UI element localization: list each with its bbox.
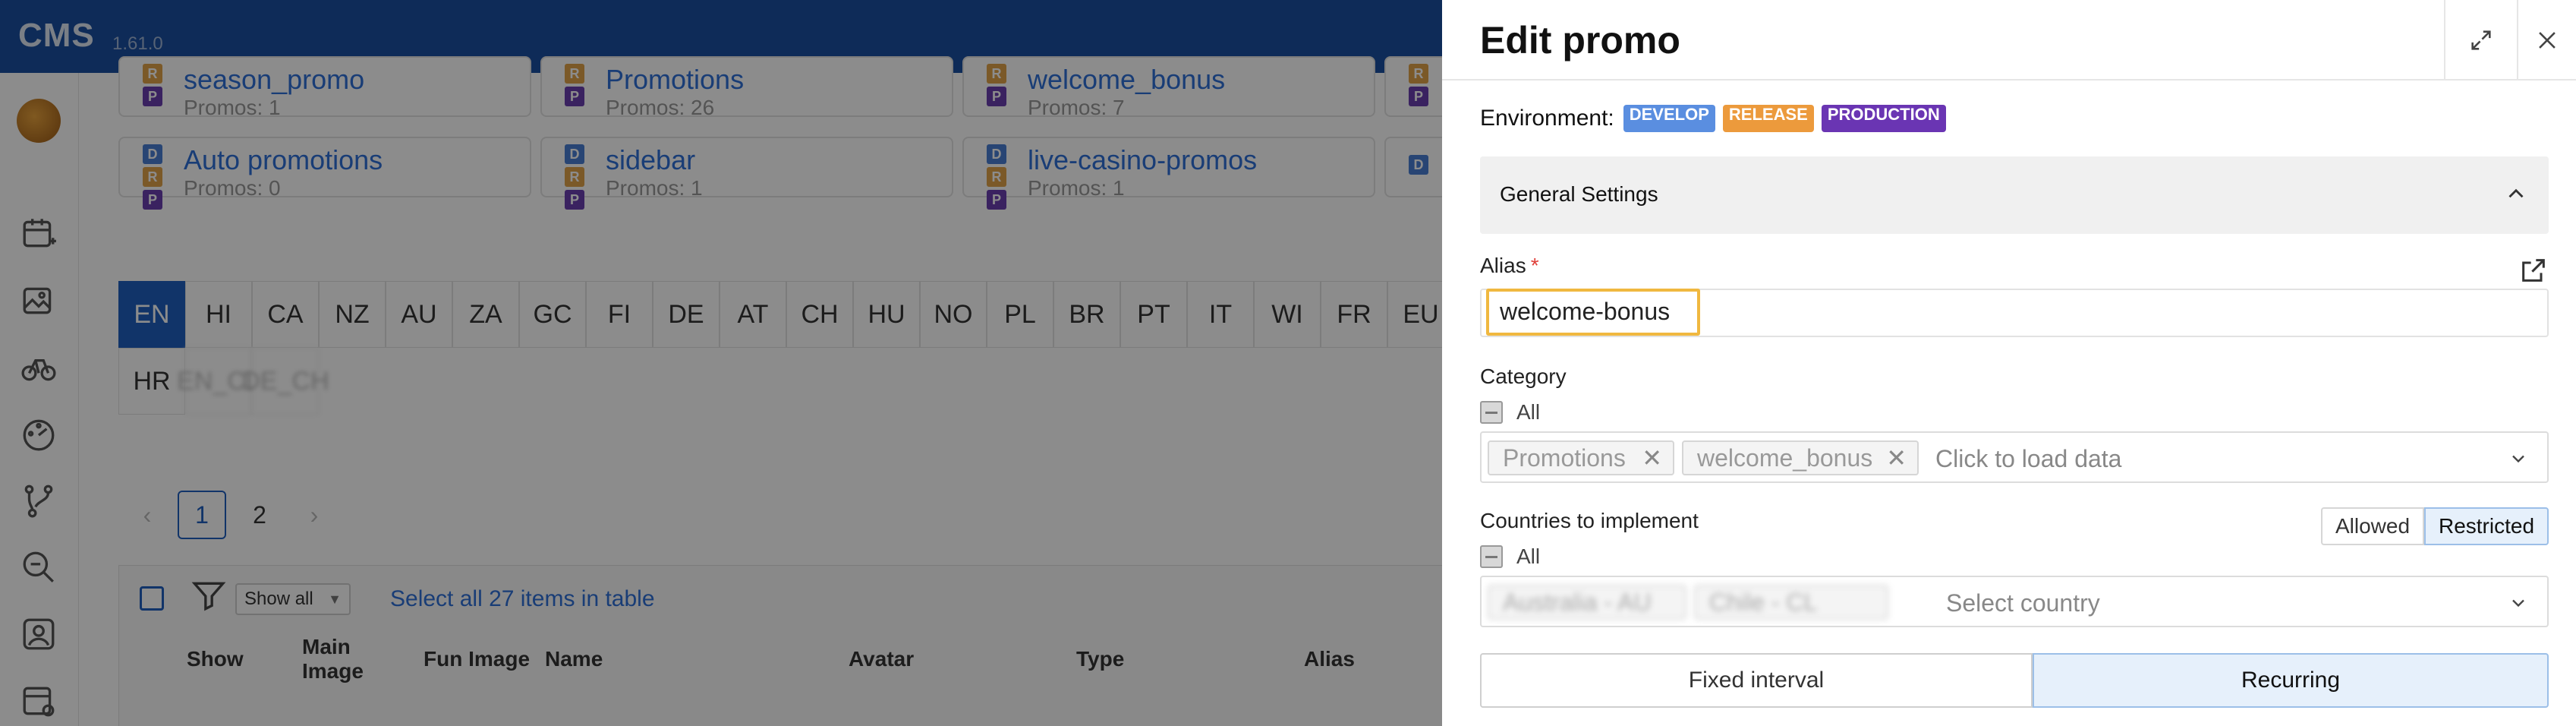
chip-label: Promotions bbox=[1503, 444, 1626, 472]
allowed-toggle[interactable]: Allowed bbox=[2321, 507, 2424, 545]
restricted-toggle[interactable]: Restricted bbox=[2424, 507, 2549, 545]
country-select[interactable]: Australia - AU Chile - CL Select country bbox=[1480, 576, 2549, 627]
category-chip[interactable]: welcome_bonus ✕ bbox=[1682, 440, 1919, 475]
countries-label: Countries to implement bbox=[1480, 509, 1699, 532]
chevron-down-icon[interactable] bbox=[2508, 448, 2529, 469]
chevron-up-icon bbox=[2508, 188, 2524, 198]
chip-label: Chile - CL bbox=[1709, 589, 1818, 616]
external-link-icon[interactable] bbox=[2518, 255, 2549, 286]
environment-label: Environment: bbox=[1480, 106, 1614, 131]
category-placeholder: Click to load data bbox=[1935, 445, 2122, 472]
alias-label: Alias * bbox=[1480, 254, 1539, 278]
recurring-tab[interactable]: Recurring bbox=[2033, 653, 2549, 708]
edit-promo-drawer: Edit promo Environment: DEVELOP RELEASE … bbox=[1442, 0, 2576, 726]
country-chip[interactable]: Chile - CL bbox=[1694, 585, 1888, 620]
category-label: Category bbox=[1480, 365, 1567, 388]
env-badge-production: PRODUCTION bbox=[1821, 105, 1946, 132]
required-marker: * bbox=[1530, 254, 1539, 277]
close-icon[interactable]: ✕ bbox=[1886, 442, 1907, 474]
category-chip[interactable]: Promotions ✕ bbox=[1488, 440, 1674, 475]
country-placeholder: Select country bbox=[1946, 589, 2100, 617]
country-chip[interactable]: Australia - AU bbox=[1488, 585, 1686, 620]
category-all-checkbox[interactable] bbox=[1480, 401, 1503, 424]
chip-label: welcome_bonus bbox=[1697, 444, 1873, 472]
countries-all-checkbox[interactable] bbox=[1480, 545, 1503, 568]
countries-all-label: All bbox=[1516, 544, 1541, 568]
drawer-title: Edit promo bbox=[1480, 19, 1680, 62]
chevron-down-icon[interactable] bbox=[2508, 592, 2529, 614]
category-all-label: All bbox=[1516, 400, 1541, 424]
countries-all-row[interactable]: All bbox=[1480, 544, 1540, 570]
close-button[interactable] bbox=[2517, 0, 2576, 80]
close-icon bbox=[2539, 32, 2556, 49]
fixed-interval-tab[interactable]: Fixed interval bbox=[1480, 653, 2033, 708]
chip-label: Australia - AU bbox=[1503, 589, 1652, 616]
alias-value[interactable]: welcome-bonus bbox=[1500, 298, 1670, 326]
expand-icon bbox=[2471, 30, 2491, 50]
category-select[interactable]: Promotions ✕ welcome_bonus ✕ Click to load… bbox=[1480, 431, 2549, 483]
environment-row: Environment: DEVELOP RELEASE PRODUCTION bbox=[1480, 103, 1954, 134]
env-badge-release: RELEASE bbox=[1722, 105, 1814, 132]
close-icon[interactable]: ✕ bbox=[1642, 442, 1662, 474]
drawer-header: Edit promo bbox=[1442, 0, 2576, 80]
modal-overlay[interactable] bbox=[0, 0, 1442, 726]
accordion-title: General Settings bbox=[1500, 182, 1658, 206]
category-all-row[interactable]: All bbox=[1480, 399, 1540, 425]
expand-button[interactable] bbox=[2444, 0, 2517, 80]
general-settings-accordion[interactable]: General Settings bbox=[1480, 156, 2549, 234]
alias-label-text: Alias bbox=[1480, 254, 1526, 277]
env-badge-develop: DEVELOP bbox=[1623, 105, 1715, 132]
